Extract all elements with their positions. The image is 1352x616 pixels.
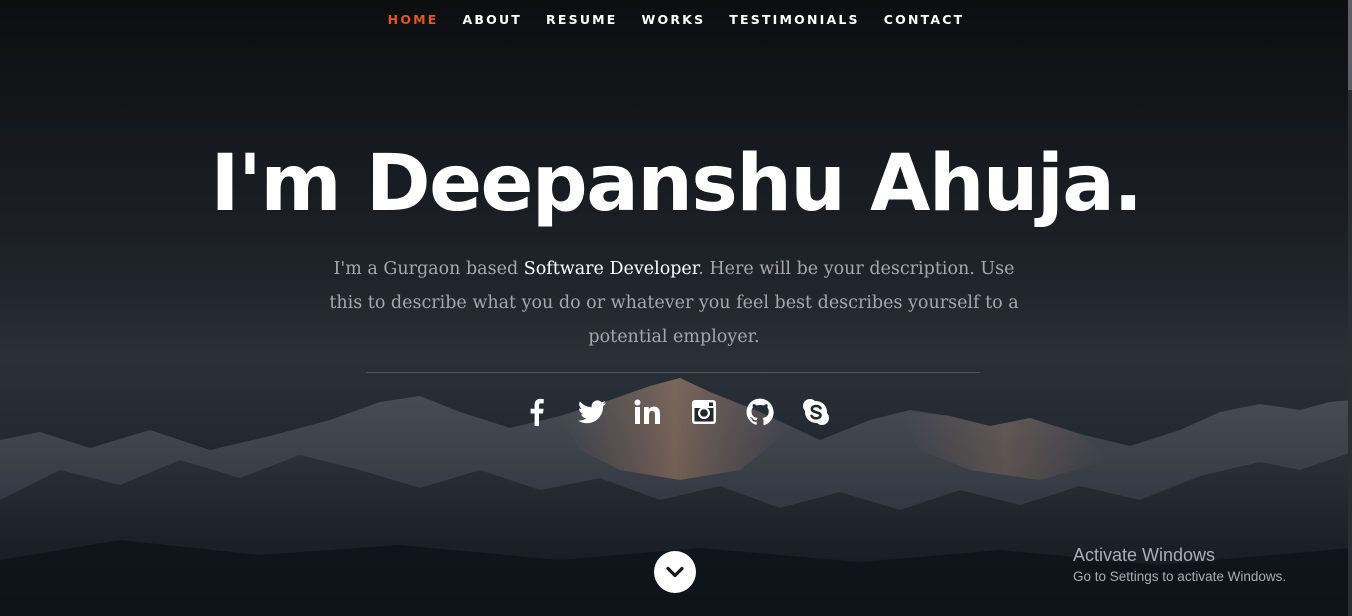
instagram-link[interactable] [688, 392, 720, 432]
instagram-icon [692, 400, 716, 424]
main-nav: HOME ABOUT RESUME WORKS TESTIMONIALS CON… [0, 0, 1352, 40]
nav-works[interactable]: WORKS [630, 0, 718, 40]
scroll-down-button[interactable] [654, 551, 696, 593]
page-scrollbar[interactable] [1348, 0, 1352, 616]
watermark-subtitle: Go to Settings to activate Windows. [1073, 569, 1287, 584]
nav-contact[interactable]: CONTACT [872, 0, 977, 40]
nav-resume[interactable]: RESUME [534, 0, 630, 40]
twitter-link[interactable] [576, 392, 608, 432]
hero-intro: I'm a Gurgaon based Software Developer. … [316, 252, 1032, 354]
skype-link[interactable] [800, 392, 832, 432]
social-links [0, 392, 1352, 432]
facebook-link[interactable] [520, 392, 552, 432]
chevron-down-icon [666, 566, 684, 578]
hero-page: HOME ABOUT RESUME WORKS TESTIMONIALS CON… [0, 0, 1352, 616]
linkedin-link[interactable] [632, 392, 664, 432]
intro-highlight: Software Developer [523, 259, 699, 279]
watermark-title: Activate Windows [1073, 545, 1216, 565]
facebook-icon [530, 398, 544, 426]
skype-icon [803, 399, 829, 425]
intro-text-start: I'm a Gurgaon based [333, 259, 524, 279]
nav-about[interactable]: ABOUT [451, 0, 535, 40]
scrollbar-thumb[interactable] [1348, 0, 1352, 90]
github-link[interactable] [744, 392, 776, 432]
twitter-icon [578, 400, 606, 424]
hero-divider [366, 372, 980, 373]
linkedin-icon [634, 399, 660, 424]
nav-testimonials[interactable]: TESTIMONIALS [717, 0, 871, 40]
nav-home[interactable]: HOME [376, 0, 451, 40]
hero-headline: I'm Deepanshu Ahuja. [210, 139, 1143, 229]
github-icon [746, 398, 774, 426]
activate-windows-watermark: Activate Windows Go to Settings to activ… [1073, 543, 1343, 587]
